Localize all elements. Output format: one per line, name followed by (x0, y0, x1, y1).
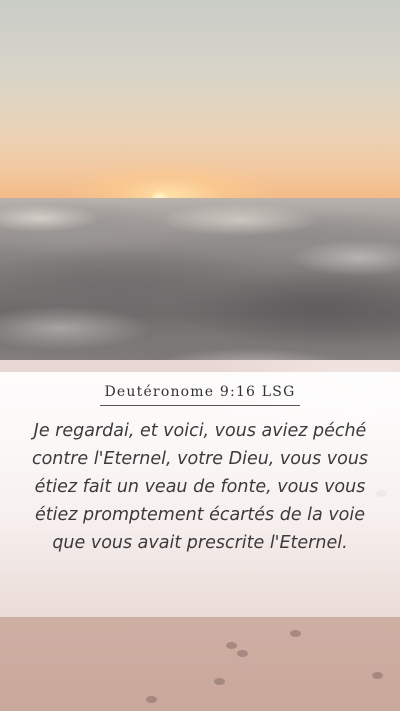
verse-card: Deutéronome 9:16 LSG Je regardai, et voi… (0, 372, 400, 617)
footprint (214, 678, 225, 685)
footprint (146, 696, 157, 703)
cloud-highlights (0, 198, 400, 378)
footprint (290, 630, 301, 637)
footprint (237, 650, 248, 657)
footprint (226, 642, 237, 649)
verse-text: Je regardai, et voici, vous aviez péché … (31, 421, 369, 553)
footprint (372, 672, 383, 679)
verse-reference: Deutéronome 9:16 LSG (100, 379, 300, 406)
